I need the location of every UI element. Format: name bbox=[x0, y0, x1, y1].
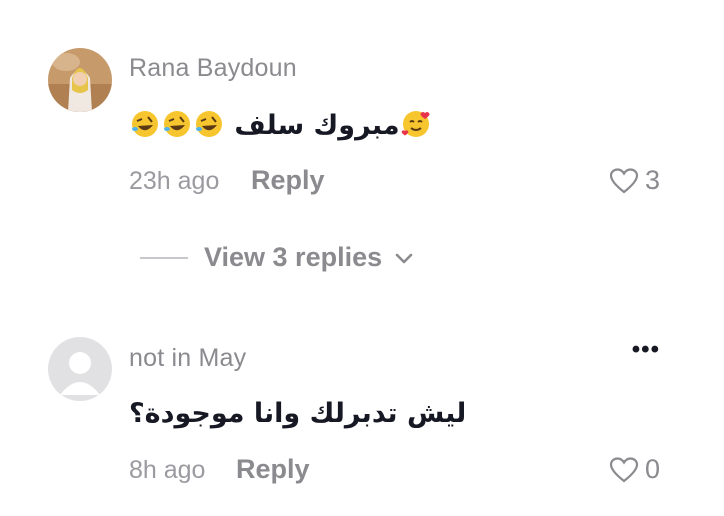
comment-text: مبروك سلف bbox=[129, 109, 432, 141]
comment-timestamp: 23h ago bbox=[129, 167, 220, 195]
view-replies-button[interactable]: View 3 replies bbox=[140, 242, 414, 273]
rolling-laughing-emoji-icon bbox=[196, 111, 222, 137]
like-button[interactable]: 3 bbox=[609, 165, 660, 196]
comment-text-body: مبروك سلف bbox=[234, 110, 400, 141]
chevron-down-icon bbox=[394, 251, 414, 265]
divider-line bbox=[140, 256, 188, 259]
like-button[interactable]: 0 bbox=[609, 454, 660, 485]
comment-text: ليش تدبرلك وانا موجودة؟ bbox=[129, 398, 466, 429]
comment-text-body: ليش تدبرلك وانا موجودة؟ bbox=[129, 398, 467, 429]
rolling-laughing-emoji-icon bbox=[164, 111, 190, 137]
reply-button[interactable]: Reply bbox=[236, 454, 310, 485]
rolling-laughing-emoji-icon bbox=[132, 111, 158, 137]
comment-timestamp: 8h ago bbox=[129, 456, 206, 484]
reply-button[interactable]: Reply bbox=[251, 165, 325, 196]
comment-username[interactable]: Rana Baydoun bbox=[129, 54, 297, 83]
like-count: 0 bbox=[644, 454, 660, 484]
smiling-face-with-hearts-icon bbox=[401, 111, 430, 137]
heart-icon bbox=[609, 167, 639, 193]
view-replies-label: View 3 replies bbox=[204, 242, 383, 272]
avatar-photo bbox=[48, 48, 112, 112]
avatar[interactable] bbox=[48, 337, 112, 401]
default-avatar-icon bbox=[60, 352, 100, 395]
more-options-icon[interactable]: ••• bbox=[632, 336, 660, 364]
comment-username[interactable]: not in May bbox=[129, 344, 246, 373]
like-count: 3 bbox=[644, 165, 660, 195]
avatar[interactable] bbox=[48, 48, 112, 112]
heart-icon bbox=[609, 456, 639, 482]
